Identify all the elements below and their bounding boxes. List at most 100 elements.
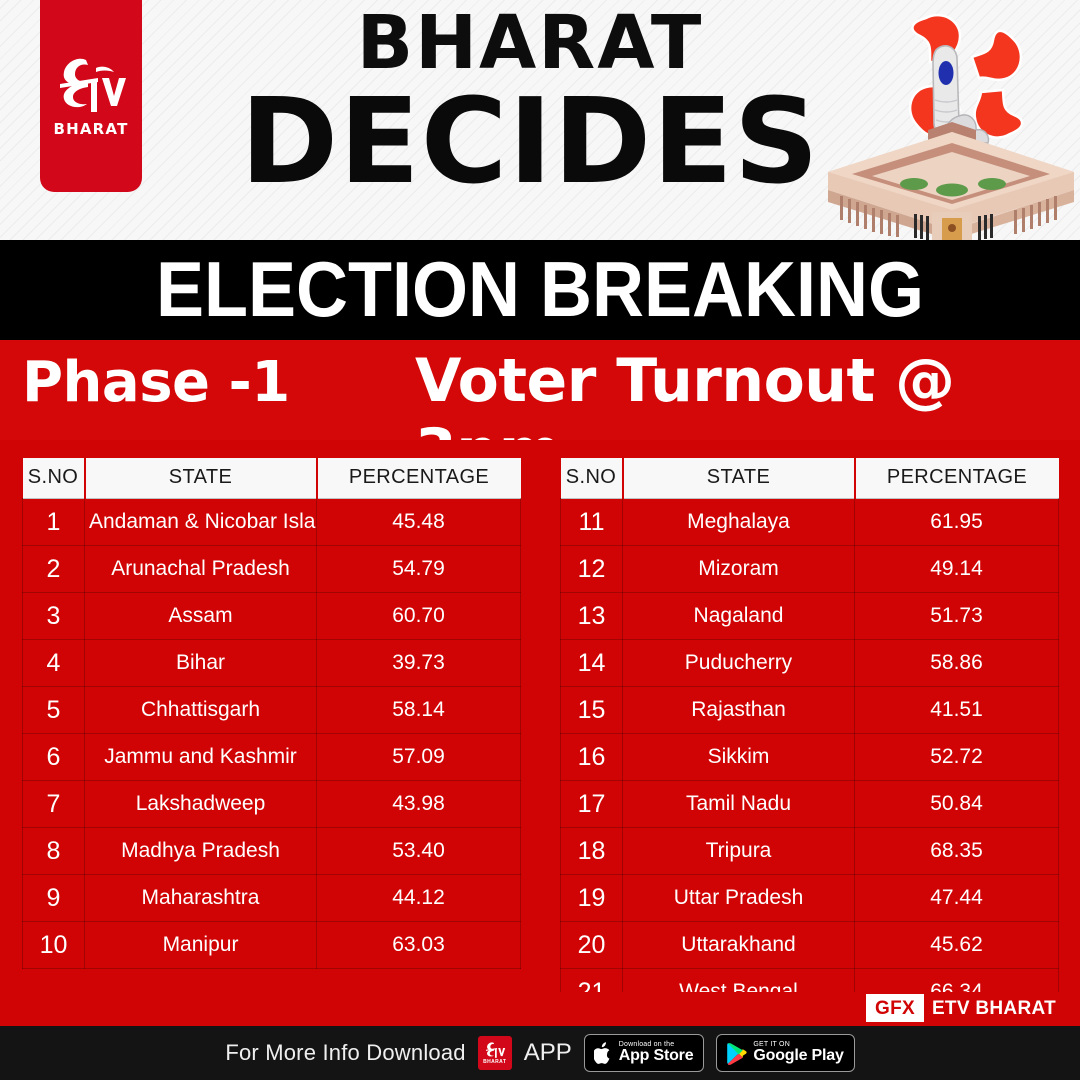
table-cell-state: Jammu and Kashmir xyxy=(84,733,317,781)
table-cell-percentage: 50.84 xyxy=(854,780,1059,828)
table-cell-sno: 15 xyxy=(560,686,623,734)
table-cell-state: Maharashtra xyxy=(84,874,317,922)
table-cell-sno: 19 xyxy=(560,874,623,922)
table-cell-percentage: 57.09 xyxy=(316,733,521,781)
etv-footer-logo-word: BHARAT xyxy=(483,1059,507,1065)
etv-logo-icon xyxy=(485,1042,505,1058)
gfx-tag-label: GFX xyxy=(865,994,924,1022)
table-row: 14 Puducherry 58.86 xyxy=(560,639,1059,687)
table-row: 6 Jammu and Kashmir 57.09 xyxy=(22,733,521,781)
etv-logo-word: BHARAT xyxy=(53,120,129,138)
table-cell-percentage: 39.73 xyxy=(316,639,521,687)
parliament-inked-finger-emblem-icon xyxy=(828,13,1074,240)
table-cell-percentage: 53.40 xyxy=(316,827,521,875)
table-cell-state: Mizoram xyxy=(622,545,855,593)
table-cell-sno: 3 xyxy=(22,592,85,640)
table-cell-percentage: 49.14 xyxy=(854,545,1059,593)
table-cell-sno: 7 xyxy=(22,780,85,828)
gfx-strip: GFX ETV BHARAT xyxy=(0,992,1080,1026)
brand-title-decides: DECIDES xyxy=(240,72,820,210)
google-play-badge[interactable]: GET IT ON Google Play xyxy=(716,1034,855,1072)
table-cell-state: Chhattisgarh xyxy=(84,686,317,734)
table-cell-sno: 13 xyxy=(560,592,623,640)
table-cell-percentage: 58.14 xyxy=(316,686,521,734)
table-row: 3 Assam 60.70 xyxy=(22,592,521,640)
table-cell-state: Sikkim xyxy=(622,733,855,781)
etv-logo-icon xyxy=(60,58,126,112)
table-cell-percentage: 52.72 xyxy=(854,733,1059,781)
table-row: 4 Bihar 39.73 xyxy=(22,639,521,687)
table-cell-percentage: 54.79 xyxy=(316,545,521,593)
table-cell-state: Puducherry xyxy=(622,639,855,687)
table-cell-sno: 5 xyxy=(22,686,85,734)
table-cell-percentage: 45.48 xyxy=(316,498,521,546)
table-cell-state: Assam xyxy=(84,592,317,640)
table-row: 20 Uttarakhand 45.62 xyxy=(560,921,1059,969)
table-cell-state: Madhya Pradesh xyxy=(84,827,317,875)
table-cell-sno: 4 xyxy=(22,639,85,687)
table-cell-percentage: 63.03 xyxy=(316,921,521,969)
table-cell-sno: 9 xyxy=(22,874,85,922)
table-cell-state: Nagaland xyxy=(622,592,855,640)
election-breaking-text: ELECTION BREAKING xyxy=(155,246,925,334)
column-header-state: STATE xyxy=(84,458,318,499)
table-row: 13 Nagaland 51.73 xyxy=(560,592,1059,640)
table-row: 10 Manipur 63.03 xyxy=(22,921,521,969)
table-cell-sno: 16 xyxy=(560,733,623,781)
table-cell-sno: 12 xyxy=(560,545,623,593)
table-cell-state: Andaman & Nicobar Islands xyxy=(84,498,317,546)
gfx-badge: GFX ETV BHARAT xyxy=(865,994,1058,1022)
gfx-channel-label: ETV BHARAT xyxy=(931,998,1056,1019)
table-row: 18 Tripura 68.35 xyxy=(560,827,1059,875)
column-header-state: STATE xyxy=(622,458,856,499)
top-header: BHARAT BHARAT DECIDES xyxy=(0,0,1080,240)
table-row: 5 Chhattisgarh 58.14 xyxy=(22,686,521,734)
table-cell-sno: 6 xyxy=(22,733,85,781)
table-body-right: 11 Meghalaya 61.95 12 Mizoram 49.14 13 Nagaland… xyxy=(560,498,1059,1016)
table-cell-state: Arunachal Pradesh xyxy=(84,545,317,593)
column-header-percentage: PERCENTAGE xyxy=(316,458,521,499)
table-cell-sno: 1 xyxy=(22,498,85,546)
table-cell-state: Uttarakhand xyxy=(622,921,855,969)
table-cell-percentage: 60.70 xyxy=(316,592,521,640)
table-cell-sno: 11 xyxy=(560,498,623,546)
brand-title-block: BHARAT DECIDES xyxy=(200,6,860,200)
table-row: 19 Uttar Pradesh 47.44 xyxy=(560,874,1059,922)
column-header-sno: S.NO xyxy=(560,458,624,499)
table-cell-percentage: 47.44 xyxy=(854,874,1059,922)
table-cell-state: Uttar Pradesh xyxy=(622,874,855,922)
table-cell-sno: 8 xyxy=(22,827,85,875)
table-cell-percentage: 51.73 xyxy=(854,592,1059,640)
table-cell-percentage: 43.98 xyxy=(316,780,521,828)
column-header-percentage: PERCENTAGE xyxy=(854,458,1059,499)
table-cell-percentage: 45.62 xyxy=(854,921,1059,969)
app-store-badge[interactable]: Download on the App Store xyxy=(583,1034,705,1072)
tables-area: S.NO STATE PERCENTAGE 1 Andaman & Nicobar… xyxy=(0,440,1080,1016)
table-row: 2 Arunachal Pradesh 54.79 xyxy=(22,545,521,593)
table-body-left: 1Andaman & Nicobar Islands45.482Arunacha… xyxy=(22,498,521,969)
table-cell-state: Manipur xyxy=(84,921,317,969)
voter-turnout-table-left: S.NO STATE PERCENTAGE 1 Andaman & Nicobar… xyxy=(22,458,521,969)
table-row: 12 Mizoram 49.14 xyxy=(560,545,1059,593)
apple-icon xyxy=(593,1041,613,1065)
table-row: 8 Madhya Pradesh 53.40 xyxy=(22,827,521,875)
table-cell-sno: 18 xyxy=(560,827,623,875)
app-label: APP xyxy=(523,1039,572,1066)
etv-bharat-footer-logo: BHARAT xyxy=(477,1036,512,1070)
etv-bharat-logo: BHARAT xyxy=(40,0,142,192)
table-row: 1Andaman & Nicobar Islands45.48 xyxy=(22,498,521,546)
table-cell-percentage: 58.86 xyxy=(854,639,1059,687)
table-cell-sno: 17 xyxy=(560,780,623,828)
table-cell-percentage: 61.95 xyxy=(854,498,1059,546)
table-cell-state: Meghalaya xyxy=(622,498,855,546)
table-cell-state: Tamil Nadu xyxy=(622,780,855,828)
google-play-icon xyxy=(726,1042,748,1065)
google-play-big-text: Google Play xyxy=(753,1047,844,1065)
voter-turnout-table-right: S.NO STATE PERCENTAGE 11 Meghalaya 61.95 12… xyxy=(560,458,1059,1016)
table-row: 17 Tamil Nadu 50.84 xyxy=(560,780,1059,828)
table-row: 7 Lakshadweep 43.98 xyxy=(22,780,521,828)
table-row: 15 Rajasthan 41.51 xyxy=(560,686,1059,734)
app-store-big-text: App Store xyxy=(618,1047,694,1065)
table-cell-state: Lakshadweep xyxy=(84,780,317,828)
table-cell-sno: 20 xyxy=(560,921,623,969)
